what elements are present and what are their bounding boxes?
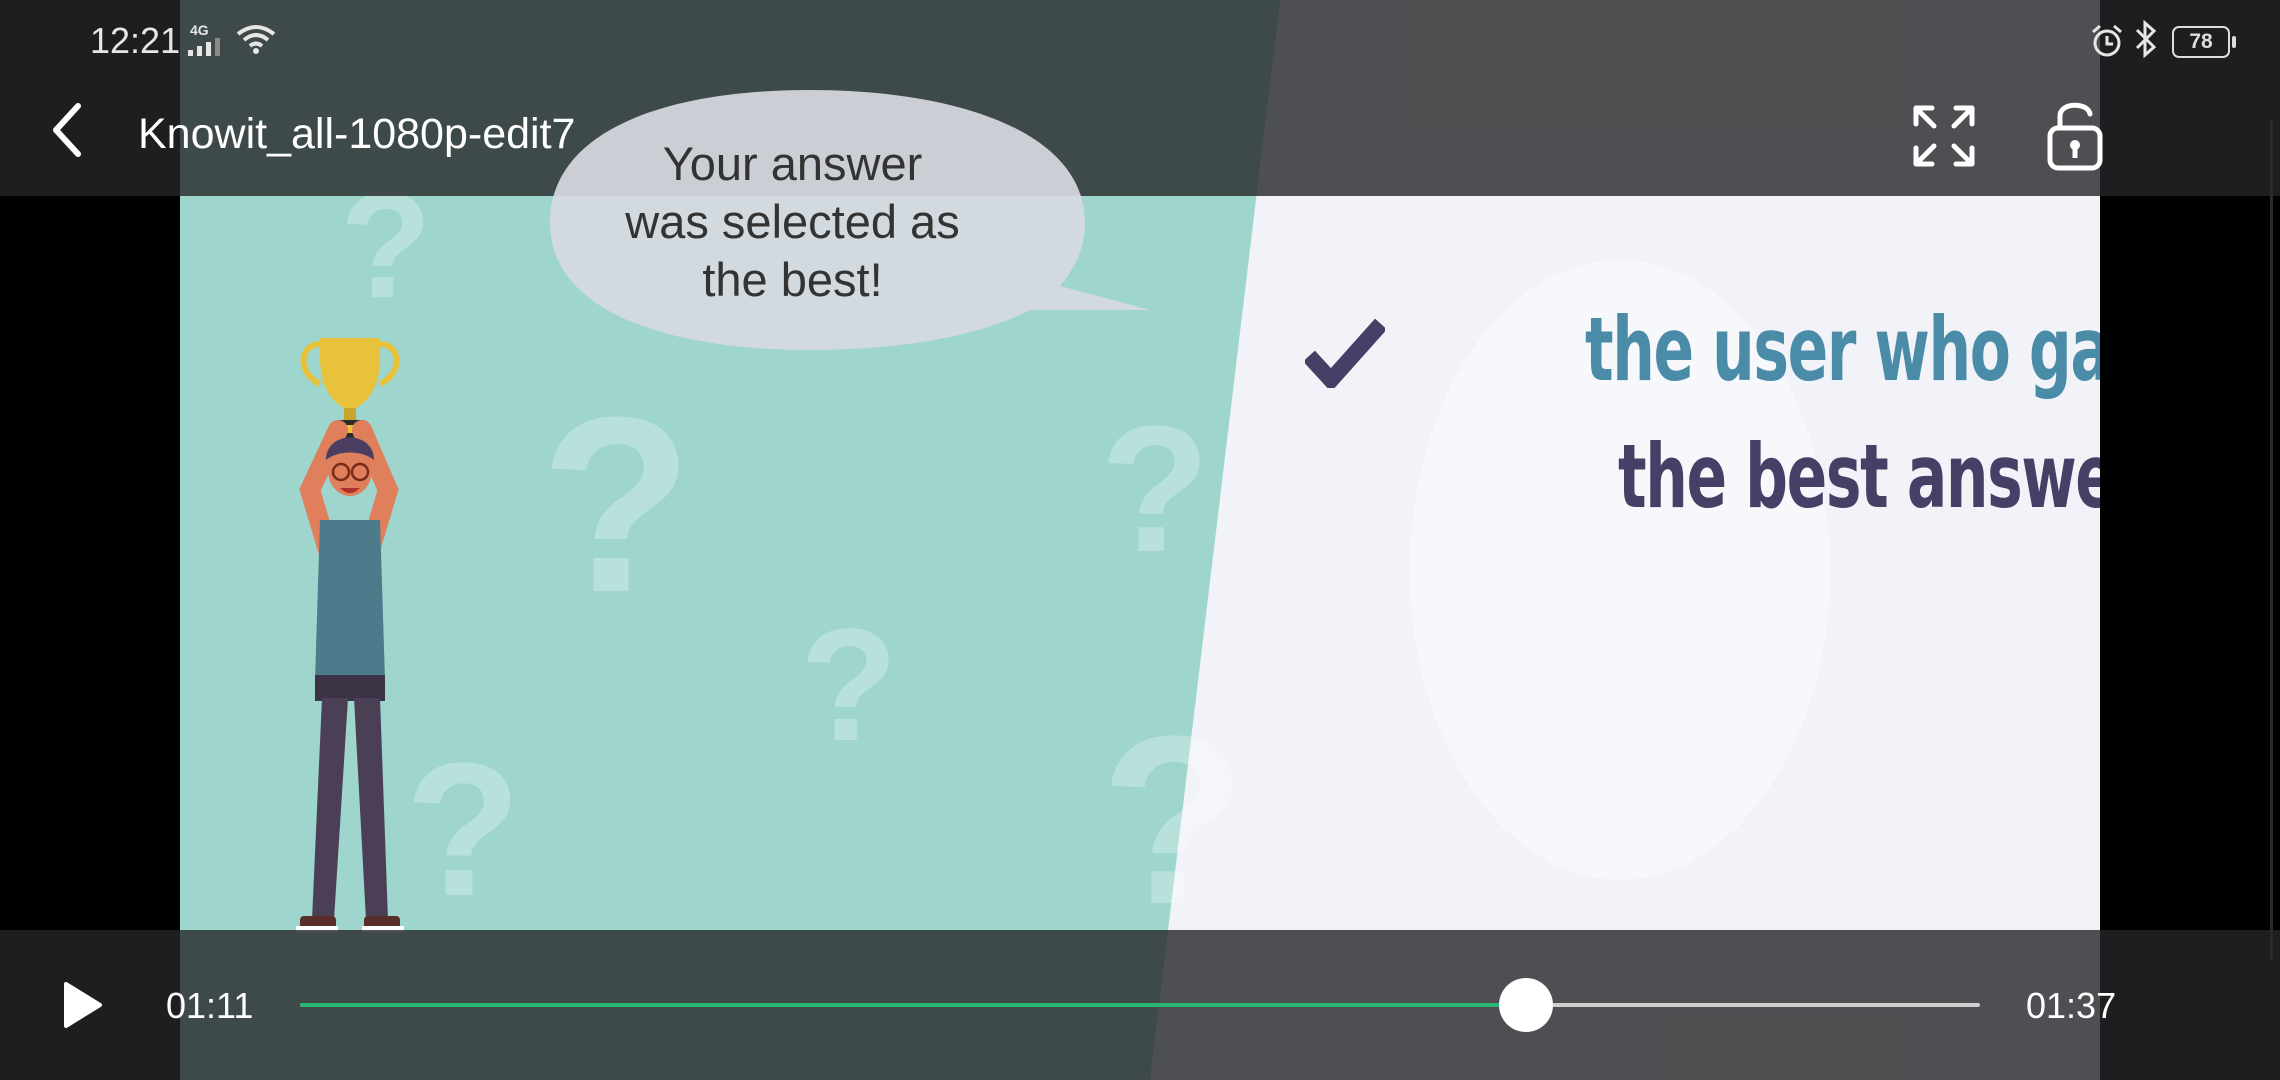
video-player-screen: ? ? ? ? ? ? the user who g the best answ… bbox=[0, 0, 2280, 1080]
question-mark-decoration: ? bbox=[1100, 686, 1247, 954]
edge-scroll-indicator bbox=[2270, 120, 2273, 960]
current-time: 01:11 bbox=[166, 985, 254, 1026]
signal-icon bbox=[188, 38, 220, 56]
status-time: 12:21 bbox=[90, 20, 181, 61]
seek-bar-thumb[interactable] bbox=[1499, 978, 1554, 1032]
seek-bar[interactable] bbox=[300, 978, 1980, 1032]
bluetooth-icon bbox=[2135, 20, 2157, 58]
question-mark-decoration: ? bbox=[540, 365, 693, 644]
character-with-trophy-illustration bbox=[296, 338, 404, 932]
heading-line-1: the user who gave bbox=[1585, 298, 2100, 401]
seek-bar-progress bbox=[300, 1003, 1527, 1007]
wifi-icon bbox=[236, 25, 276, 54]
fullscreen-icon[interactable] bbox=[1912, 104, 1976, 168]
play-icon[interactable] bbox=[62, 980, 104, 1030]
network-type-label: 4G bbox=[190, 22, 209, 38]
total-duration: 01:37 bbox=[2026, 985, 2117, 1026]
question-mark-decoration: ? bbox=[800, 595, 898, 774]
question-mark-decoration: ? bbox=[1100, 389, 1210, 590]
speech-bubble-text: Your answer was selected as the best! bbox=[625, 137, 960, 306]
video-title: Knowit_all-1080p-edit7 bbox=[138, 110, 576, 158]
battery-icon: 78 bbox=[2172, 26, 2236, 58]
checkmark-icon bbox=[1305, 318, 1385, 388]
back-arrow-icon[interactable] bbox=[48, 100, 88, 160]
heading-line-2: the best answer bbox=[1618, 425, 2100, 528]
unlock-icon[interactable] bbox=[2046, 98, 2104, 172]
alarm-icon bbox=[2092, 24, 2122, 57]
